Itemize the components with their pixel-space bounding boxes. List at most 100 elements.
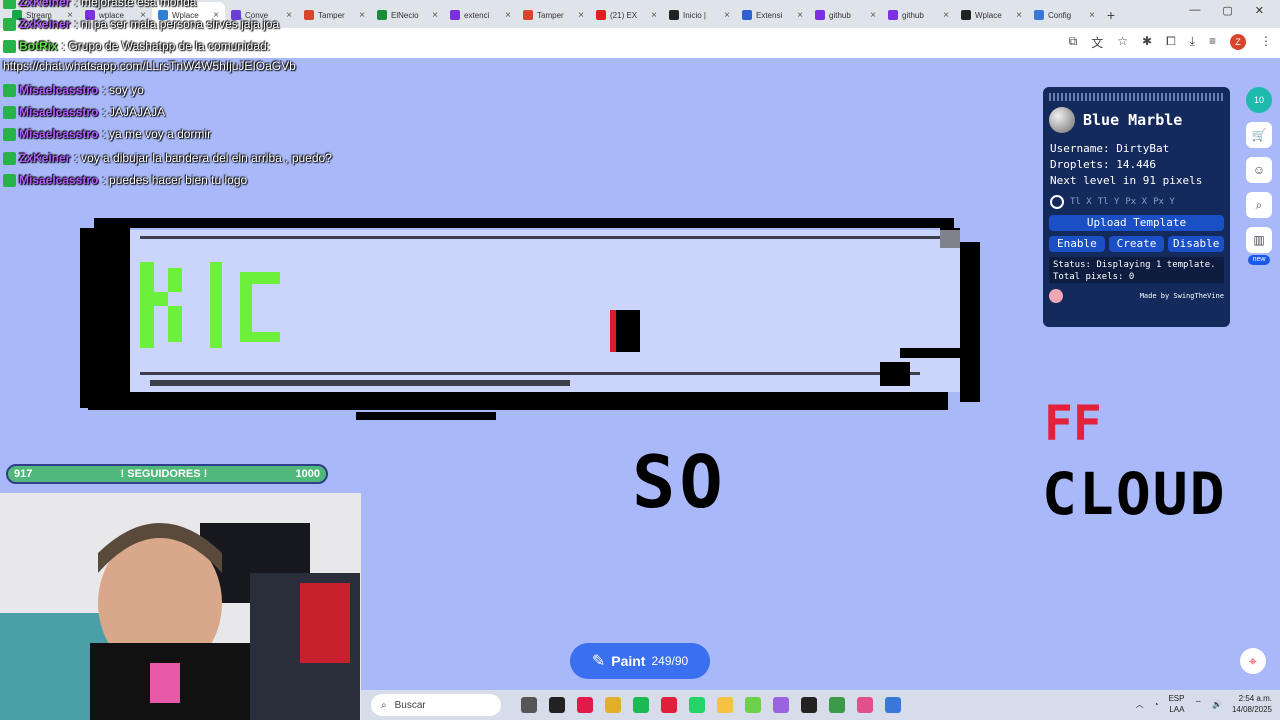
tab-label: Wplace xyxy=(975,10,1002,20)
tab-close-icon[interactable]: × xyxy=(651,10,657,21)
clock[interactable]: 2:54 a.m. 14/08/2025 xyxy=(1232,693,1272,715)
app-icon[interactable] xyxy=(885,697,901,713)
excel-icon[interactable] xyxy=(829,697,845,713)
coord-tl-x[interactable]: Tl X xyxy=(1070,197,1092,207)
download-icon[interactable]: ⤓ xyxy=(1190,34,1195,51)
coord-px-y[interactable]: Px Y xyxy=(1153,197,1175,207)
tab-close-icon[interactable]: × xyxy=(432,10,438,21)
discord-icon[interactable] xyxy=(857,697,873,713)
chat-message: ZxKeiner: ni pa ser mala persona sirves … xyxy=(3,14,279,34)
text-app-icon[interactable] xyxy=(661,697,677,713)
tab-favicon-icon xyxy=(304,10,314,20)
maximize-icon[interactable]: ▢ xyxy=(1222,4,1232,17)
browser-tab[interactable]: Wplace × xyxy=(955,2,1028,28)
game-icon[interactable] xyxy=(745,697,761,713)
whatsapp-icon[interactable] xyxy=(689,697,705,713)
chat-message: https://chat.whatsapp.com/LLrsTnW4W5hIju… xyxy=(3,56,296,76)
browser-tab[interactable]: Tamper × xyxy=(517,2,590,28)
chat-message: Misaelcasstro: puedes hacer bien tu logo xyxy=(3,170,247,190)
profile-avatar[interactable]: Z xyxy=(1230,34,1246,50)
chat-message: ZxKeiner: mejorasté esa monda xyxy=(3,0,196,12)
chat-badge-icon xyxy=(3,0,16,9)
create-button[interactable]: Create xyxy=(1108,236,1165,252)
task-view-icon[interactable] xyxy=(521,697,537,713)
chat-text: : mejorasté esa monda xyxy=(74,0,197,9)
store-cart-icon[interactable]: 🛒 xyxy=(1246,122,1272,148)
extension-icon[interactable]: ✱ xyxy=(1142,34,1152,51)
panel-drag-handle[interactable] xyxy=(1049,93,1224,101)
editor-icon[interactable] xyxy=(773,697,789,713)
chrome-icon[interactable] xyxy=(605,697,621,713)
capcut-icon[interactable] xyxy=(801,697,817,713)
tab-favicon-icon xyxy=(815,10,825,20)
chat-badge-icon xyxy=(3,39,16,53)
brush-icon: ✎ xyxy=(591,653,606,670)
search-placeholder: Buscar xyxy=(394,699,426,711)
network-icon[interactable]: ◔ xyxy=(1154,700,1159,709)
tab-close-icon[interactable]: × xyxy=(578,10,584,21)
bookmark-star-icon[interactable]: ☆ xyxy=(1117,34,1128,51)
chat-message: ZxKeiner: voy a dibujar la bandera del e… xyxy=(3,148,332,168)
tab-close-icon[interactable]: × xyxy=(1016,10,1022,21)
pin-icon[interactable] xyxy=(1050,195,1064,209)
volume-icon[interactable]: 🔊 xyxy=(1212,700,1222,709)
browser-tab[interactable]: Tamper × xyxy=(298,2,371,28)
browser-tab[interactable]: github × xyxy=(882,2,955,28)
leaderboard-icon[interactable]: ▥ xyxy=(1246,227,1272,253)
cast-icon[interactable]: ⧉ xyxy=(1069,34,1078,51)
globe-icon[interactable] xyxy=(1049,107,1075,133)
new-tab-button[interactable]: + xyxy=(1101,2,1121,28)
chat-message: BotRix: Grupo de Washatpp de la comunida… xyxy=(3,36,270,56)
tab-close-icon[interactable]: × xyxy=(1089,10,1095,21)
chat-username: ZxKeiner xyxy=(19,0,71,9)
coord-tl-y[interactable]: Tl Y xyxy=(1098,197,1120,207)
user-avatar[interactable]: 10 xyxy=(1246,87,1272,113)
tiktok-icon[interactable] xyxy=(577,697,593,713)
chat-text: : JAJAJAJA xyxy=(102,105,166,119)
minimize-icon[interactable]: — xyxy=(1189,4,1200,17)
language-indicator[interactable]: ESP LAA xyxy=(1168,693,1184,715)
browser-tab[interactable]: Inicio | × xyxy=(663,2,736,28)
canvas-text-cloud: CLOUD xyxy=(1042,460,1227,528)
menu-kebab-icon[interactable]: ⋮ xyxy=(1260,34,1272,51)
browser-tab[interactable]: (21) EX × xyxy=(590,2,663,28)
browser-tab[interactable]: github × xyxy=(809,2,882,28)
tab-label: extenci xyxy=(464,10,490,20)
browser-tab[interactable]: extenci × xyxy=(444,2,517,28)
file-explorer-icon[interactable] xyxy=(717,697,733,713)
tab-close-icon[interactable]: × xyxy=(286,10,292,21)
search-icon[interactable]: ⌕ xyxy=(1246,192,1272,218)
followers-goal: 1000 xyxy=(295,468,320,480)
chat-badge-icon xyxy=(3,151,16,165)
chat-message: Misaelcasstro: ya me voy a dormir xyxy=(3,124,211,144)
tab-close-icon[interactable]: × xyxy=(797,10,803,21)
status-text: Status: Displaying 1 template. Total pix… xyxy=(1049,257,1224,283)
alliance-icon[interactable]: ☺ xyxy=(1246,157,1272,183)
browser-tab[interactable]: Extensi × xyxy=(736,2,809,28)
enable-button[interactable]: Enable xyxy=(1049,236,1105,252)
disable-button[interactable]: Disable xyxy=(1168,236,1225,252)
reading-list-icon[interactable]: ≡ xyxy=(1209,34,1216,51)
close-window-icon[interactable]: ✕ xyxy=(1255,4,1264,17)
tab-favicon-icon xyxy=(888,10,898,20)
coord-px-x[interactable]: Px X xyxy=(1125,197,1147,207)
obs-icon[interactable] xyxy=(549,697,565,713)
extensions-puzzle-icon[interactable]: ⧠ xyxy=(1166,34,1176,51)
tab-label: ElNecio xyxy=(391,10,419,20)
browser-tab[interactable]: Config × xyxy=(1028,2,1101,28)
upload-template-button[interactable]: Upload Template xyxy=(1049,215,1224,231)
browser-tab[interactable]: ElNecio × xyxy=(371,2,444,28)
paint-button[interactable]: ✎ Paint 249/90 xyxy=(570,643,710,679)
taskbar-search[interactable]: ⌕ Buscar xyxy=(371,694,501,716)
tab-close-icon[interactable]: × xyxy=(943,10,949,21)
spotify-icon[interactable] xyxy=(633,697,649,713)
tab-close-icon[interactable]: × xyxy=(505,10,511,21)
tab-close-icon[interactable]: × xyxy=(724,10,730,21)
tab-close-icon[interactable]: × xyxy=(870,10,876,21)
tab-label: Tamper xyxy=(318,10,345,20)
translate-icon[interactable]: 文 xyxy=(1091,34,1103,51)
wifi-icon[interactable]: ⌔ xyxy=(1194,699,1202,709)
locate-icon[interactable]: ⌖ xyxy=(1240,648,1266,674)
tray-expand-icon[interactable]: ︿ xyxy=(1136,699,1144,710)
tab-close-icon[interactable]: × xyxy=(359,10,365,21)
